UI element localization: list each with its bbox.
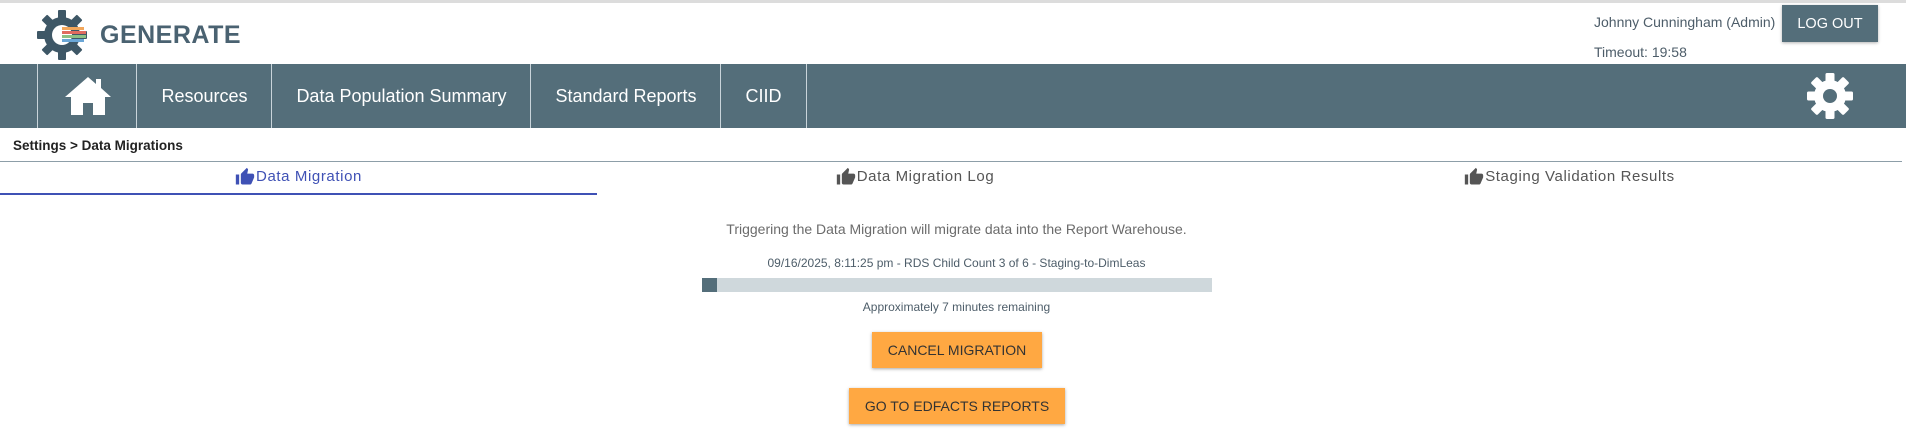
go-to-edfacts-reports-button[interactable]: GO TO EDFACTS REPORTS [849,388,1065,424]
main-nav: Resources Data Population Summary Standa… [0,64,1906,128]
active-tab-indicator [0,193,597,195]
cancel-migration-button[interactable]: CANCEL MIGRATION [872,332,1042,368]
breadcrumb: Settings > Data Migrations [13,138,183,153]
app-name: GENERATE [100,20,242,49]
thumbs-up-icon [1465,167,1484,185]
thumbs-up-icon [235,167,255,185]
tab-staging-validation-results[interactable]: Staging Validation Results [1233,165,1906,195]
breadcrumb-divider [0,161,1902,162]
nav-ciid[interactable]: CIID [720,64,807,128]
app-logo[interactable]: GENERATE [36,9,241,61]
nav-ciid-label: CIID [745,85,782,106]
nav-resources-label: Resources [161,85,248,106]
nav-data-population-summary[interactable]: Data Population Summary [271,64,531,128]
migration-progress-bar [702,278,1212,292]
nav-data-population-summary-label: Data Population Summary [296,85,507,106]
migration-intro-text: Triggering the Data Migration will migra… [726,221,1187,237]
app-header: GENERATE Johnny Cunningham (Admin) Timeo… [0,3,1906,64]
home-icon [64,77,111,115]
session-timeout: Timeout: 19:58 [1594,44,1687,60]
migration-progress-fill [702,278,718,292]
time-remaining-text: Approximately 7 minutes remaining [862,300,1051,314]
thumbs-up-icon [836,167,855,185]
nav-standard-reports[interactable]: Standard Reports [530,64,721,128]
tab-data-migration[interactable]: Data Migration [0,165,597,195]
tab-data-migration-log[interactable]: Data Migration Log [597,165,1233,195]
generate-logo-icon [37,10,87,60]
nav-standard-reports-label: Standard Reports [555,85,697,106]
nav-home[interactable] [37,64,137,128]
logout-button[interactable]: LOG OUT [1782,5,1878,42]
tab-staging-validation-results-label: Staging Validation Results [1485,168,1675,185]
tab-data-migration-label: Data Migration [256,168,362,185]
gear-icon[interactable] [1806,72,1854,120]
nav-resources[interactable]: Resources [136,64,272,128]
tab-data-migration-log-label: Data Migration Log [856,168,995,185]
migration-tabs: Data Migration Data Migration Log Stagin… [0,165,1906,195]
migration-status-text: 09/16/2025, 8:11:25 pm - RDS Child Count… [767,256,1146,270]
user-name: Johnny Cunningham (Admin) [1594,14,1776,30]
